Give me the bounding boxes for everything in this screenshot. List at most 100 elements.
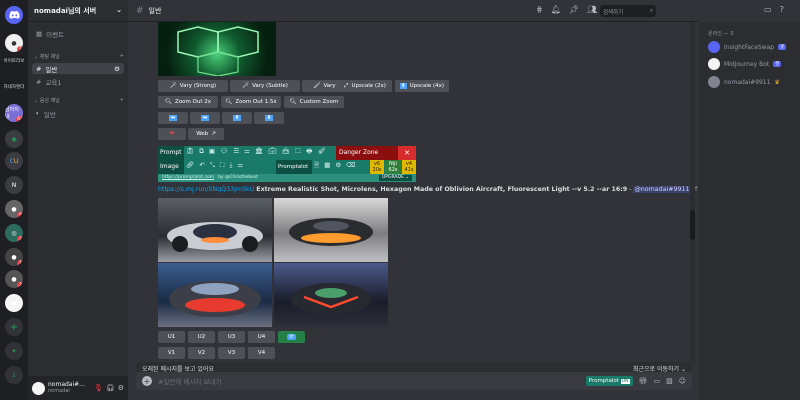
folder-icon[interactable]: 🗀 [295, 147, 302, 158]
prompt-link[interactable]: https://s.mj.run/SNqQ33jmSkU [158, 186, 254, 193]
pin-icon[interactable]: 📌︎ [569, 5, 579, 14]
upscale-3-button[interactable]: U3 [218, 331, 245, 343]
sliders-icon[interactable]: ⚌ [237, 161, 243, 170]
gear-icon[interactable]: ⚙ [114, 65, 120, 73]
user-mention[interactable]: @nomadai#9911 [633, 186, 691, 193]
image-grid-cell-1[interactable] [158, 198, 272, 262]
server-header[interactable]: nomadai님의 서버 ⌄ [28, 0, 128, 22]
promptalot-composer-button[interactable]: Promptalot ON [585, 376, 633, 386]
members-icon[interactable]: 👥︎ [587, 5, 597, 14]
eraser-icon[interactable]: ⌫ [346, 161, 355, 172]
discord-home-icon[interactable] [5, 6, 23, 24]
undo-icon[interactable]: ↶ [199, 161, 204, 170]
rocket-icon[interactable]: 🚀︎ [317, 147, 325, 158]
sidebar-item-voice[interactable]: 🔈︎ 일반 [32, 108, 124, 119]
variation-4-button[interactable]: V4 [248, 347, 275, 359]
zoom-out-2x-button[interactable]: 🔍︎ Zoom Out 2x [158, 96, 218, 108]
clipboard-icon[interactable]: 📋︎ [186, 147, 194, 158]
server-icon[interactable]: ● 1 [5, 34, 23, 52]
pan-up-button[interactable]: ⬆ [222, 112, 252, 124]
variation-1-button[interactable]: V1 [158, 347, 185, 359]
danger-zone-label[interactable]: Danger Zone [336, 146, 398, 160]
zoom-out-1-5x-button[interactable]: 🔍︎ Zoom Out 1.5x [221, 96, 281, 108]
list-icon[interactable]: ☰ [233, 147, 239, 158]
briefcase-icon[interactable]: 💼︎ [268, 147, 276, 158]
image-grid-cell-2[interactable] [274, 198, 388, 262]
jump-to-present-link[interactable]: 최근으로 이동하기 ⌄ [633, 364, 686, 373]
sliders-icon[interactable]: ⚌ [244, 147, 250, 158]
pan-left-button[interactable]: ⬅ [158, 112, 188, 124]
image-grid-cell-3[interactable] [158, 263, 272, 327]
vary-subtle-button[interactable]: 🪄︎ Vary (Subtle) [230, 80, 300, 92]
gear-icon[interactable]: ⚙ [118, 384, 124, 392]
avatar[interactable] [32, 381, 45, 395]
search-input[interactable]: 검색하기 ⌕ [600, 5, 656, 17]
add-server-icon[interactable]: + [5, 318, 23, 336]
favorite-button[interactable]: ❤ [158, 128, 186, 140]
sidebar-item-events[interactable]: ▦ 이벤트 [32, 28, 124, 39]
emoji-icon[interactable]: ☺ [679, 377, 686, 385]
scrollbar-thumb[interactable] [690, 210, 695, 240]
expand-icon[interactable]: ⤡ [210, 161, 215, 170]
bell-icon[interactable]: 🔔︎ [551, 5, 561, 14]
version-v4-button[interactable]: v4 41s [402, 160, 416, 174]
category-text[interactable]: ⌄ 채팅 채널 + [34, 53, 124, 60]
gear-icon[interactable]: ⚙ [335, 161, 341, 172]
upscale-2-button[interactable]: U2 [188, 331, 215, 343]
server-icon[interactable]: 남어지내 64 [5, 104, 23, 122]
mic-muted-icon[interactable]: 🎙︎ [94, 384, 103, 392]
sidebar-item-edu[interactable]: # 교육1 [32, 76, 124, 87]
help-icon[interactable]: ? [780, 5, 784, 14]
server-icon[interactable]: ◎ 2 [5, 224, 23, 242]
category-voice[interactable]: ⌄ 음성 채널 + [34, 97, 124, 104]
member-item[interactable]: Midjourney Bot 봇 [708, 58, 782, 70]
upscale-4x-button[interactable]: ⬆ Upscale (4x) [395, 80, 449, 92]
pan-down-button[interactable]: ⬇ [254, 112, 284, 124]
bag-icon[interactable]: 👜︎ [282, 147, 290, 158]
comment-icon[interactable]: 💬︎ [220, 147, 228, 158]
web-button[interactable]: Web ↗ [188, 128, 224, 140]
promptalot-link[interactable]: https://promptalot.com [162, 175, 214, 181]
print-icon[interactable]: 🖶 [306, 147, 312, 158]
inbox-icon[interactable]: ▭ [764, 5, 772, 14]
server-icon[interactable]: CU [5, 152, 23, 170]
add-attachment-icon[interactable]: + [142, 376, 152, 386]
variation-3-button[interactable]: V3 [218, 347, 245, 359]
sticker-icon[interactable]: ▧ [666, 377, 673, 385]
download-icon[interactable]: ⤓ [229, 161, 232, 170]
server-icon[interactable]: ● 1 [5, 248, 23, 266]
image-grid-cell-4[interactable] [274, 263, 388, 327]
copy-icon[interactable]: ⧉ [199, 147, 204, 158]
variation-2-button[interactable]: V2 [188, 347, 215, 359]
threads-icon[interactable]: ⋕ [536, 5, 543, 14]
gif-icon[interactable]: ▭ [653, 377, 660, 385]
explore-icon[interactable]: ✦ [5, 342, 23, 360]
grid-icon[interactable]: ▦ [324, 161, 330, 172]
fullscreen-icon[interactable]: ⛶ [220, 161, 225, 170]
headphones-icon[interactable]: 🎧︎ [106, 384, 115, 392]
download-icon[interactable]: ⤓ [5, 366, 23, 384]
document-icon[interactable]: 🗎 [314, 161, 319, 172]
custom-zoom-button[interactable]: 🔍︎ Custom Zoom [284, 96, 344, 108]
server-icon-n[interactable]: N [5, 176, 23, 194]
vary-strong-button[interactable]: 🪄︎ Vary (Strong) [158, 80, 228, 92]
upscale-2x-button[interactable]: ⤢ Upscale (2x) [338, 80, 392, 92]
version-niji-button[interactable]: Niji 62s [385, 160, 401, 174]
server-icon[interactable]: ● [5, 294, 23, 312]
member-item[interactable]: InsightFaceSwap 봇 [708, 41, 787, 53]
version-v6-button[interactable]: v6 20s [370, 160, 384, 174]
image-tab[interactable]: Image [158, 160, 184, 174]
pan-right-button[interactable]: ➡ [190, 112, 220, 124]
upgrade-button[interactable]: UPGRADE ⌄ [378, 175, 412, 181]
chat-scrollbar[interactable] [690, 22, 695, 362]
frame-icon[interactable]: ▣ [209, 147, 215, 158]
reroll-button[interactable]: ⟳ [278, 331, 305, 343]
bank-icon[interactable]: 🏛︎ [255, 147, 263, 158]
link-icon[interactable]: 🔗︎ [186, 161, 194, 170]
prompt-tab[interactable]: Prompt [158, 146, 184, 160]
message-input[interactable]: #일반에 메시지 보내기 [158, 376, 221, 386]
upscale-1-button[interactable]: U1 [158, 331, 185, 343]
server-icon[interactable]: ● 9 [5, 200, 23, 218]
gift-icon[interactable]: 🎁︎ [639, 377, 648, 385]
member-item[interactable]: nomadai#9911 ♛ [708, 76, 780, 88]
